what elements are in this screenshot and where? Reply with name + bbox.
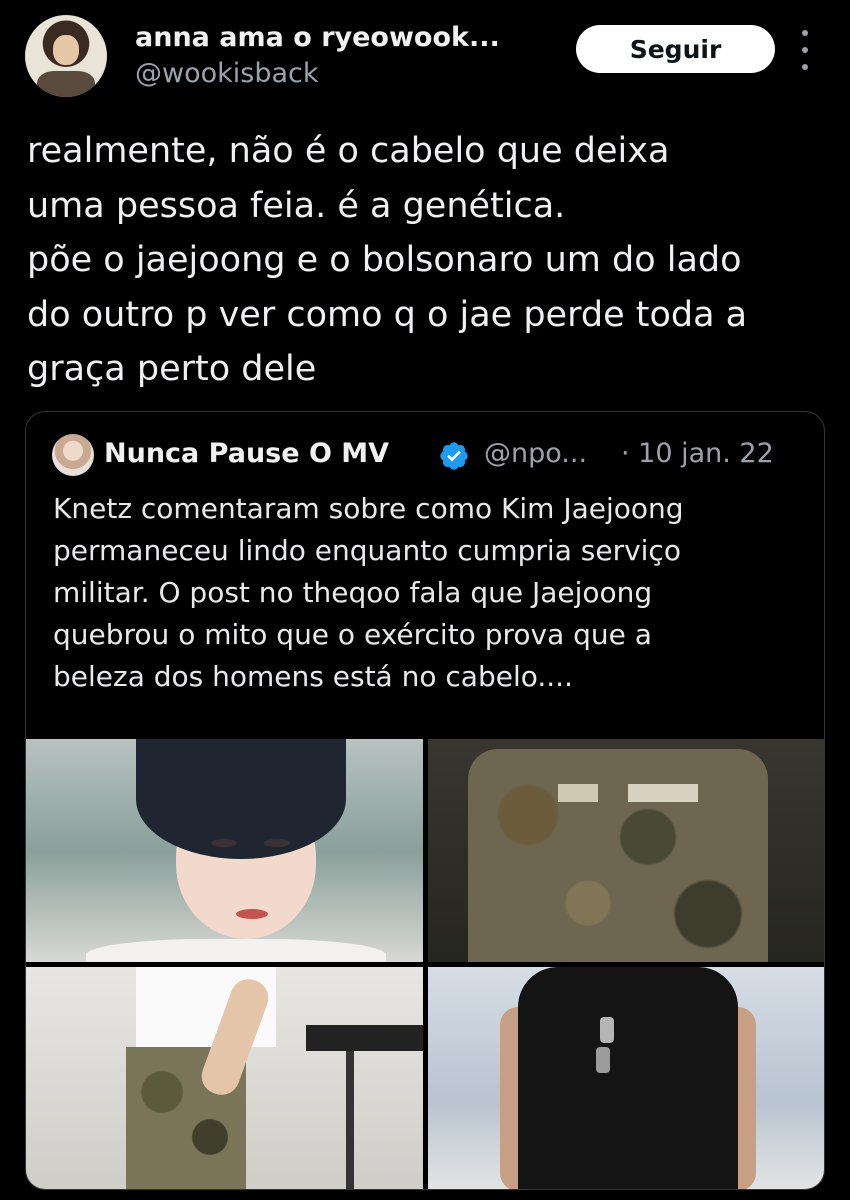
quoted-tweet-card[interactable]: Nunca Pause O MV @npo... · 10 jan. 22 Kn… bbox=[25, 411, 825, 1190]
quoted-text-line: Knetz comentaram sobre como Kim Jaejoong bbox=[53, 492, 684, 525]
quoted-text-line: permaneceu lindo enquanto cumpria serviç… bbox=[53, 534, 681, 567]
media-image-4[interactable] bbox=[428, 967, 824, 1189]
author-display-name[interactable]: anna ama o ryeowook... bbox=[135, 22, 500, 53]
author-handle[interactable]: @wookisback bbox=[135, 58, 319, 89]
tweet-header: anna ama o ryeowook... @wookisback Segui… bbox=[0, 0, 850, 120]
tweet-text-line: graça perto dele bbox=[27, 349, 317, 389]
quoted-tweet-date[interactable]: · 10 jan. 22 bbox=[621, 438, 774, 469]
tweet-text: realmente, não é o cabelo que deixa uma … bbox=[27, 124, 827, 397]
media-grid bbox=[26, 739, 824, 1189]
quoted-author-handle[interactable]: @npo... bbox=[484, 438, 587, 469]
tweet-text-line: do outro p ver como q o jae perde toda a bbox=[27, 294, 748, 335]
media-image-2[interactable] bbox=[428, 739, 824, 962]
quoted-author-name[interactable]: Nunca Pause O MV bbox=[104, 438, 389, 469]
tweet-text-line: realmente, não é o cabelo que deixa bbox=[27, 131, 670, 171]
more-vertical-icon[interactable] bbox=[795, 30, 815, 70]
media-image-3[interactable] bbox=[26, 967, 423, 1189]
quoted-text-line: militar. O post no theqoo fala que Jaejo… bbox=[53, 576, 653, 609]
verified-badge-icon bbox=[440, 442, 468, 470]
quoted-tweet-text: Knetz comentaram sobre como Kim Jaejoong… bbox=[53, 488, 813, 698]
tweet-text-line: põe o jaejoong e o bolsonaro um do lado bbox=[27, 240, 742, 280]
tweet-text-line: uma pessoa feia. é a genética. bbox=[27, 185, 566, 226]
quoted-text-line: quebrou o mito que o exército prova que … bbox=[53, 618, 652, 651]
quoted-text-line: beleza dos homens está no cabelo.... bbox=[53, 660, 573, 693]
media-image-1[interactable] bbox=[26, 739, 423, 962]
follow-button[interactable]: Seguir bbox=[576, 25, 775, 73]
quoted-author-avatar[interactable] bbox=[52, 434, 94, 476]
author-avatar[interactable] bbox=[25, 15, 107, 97]
